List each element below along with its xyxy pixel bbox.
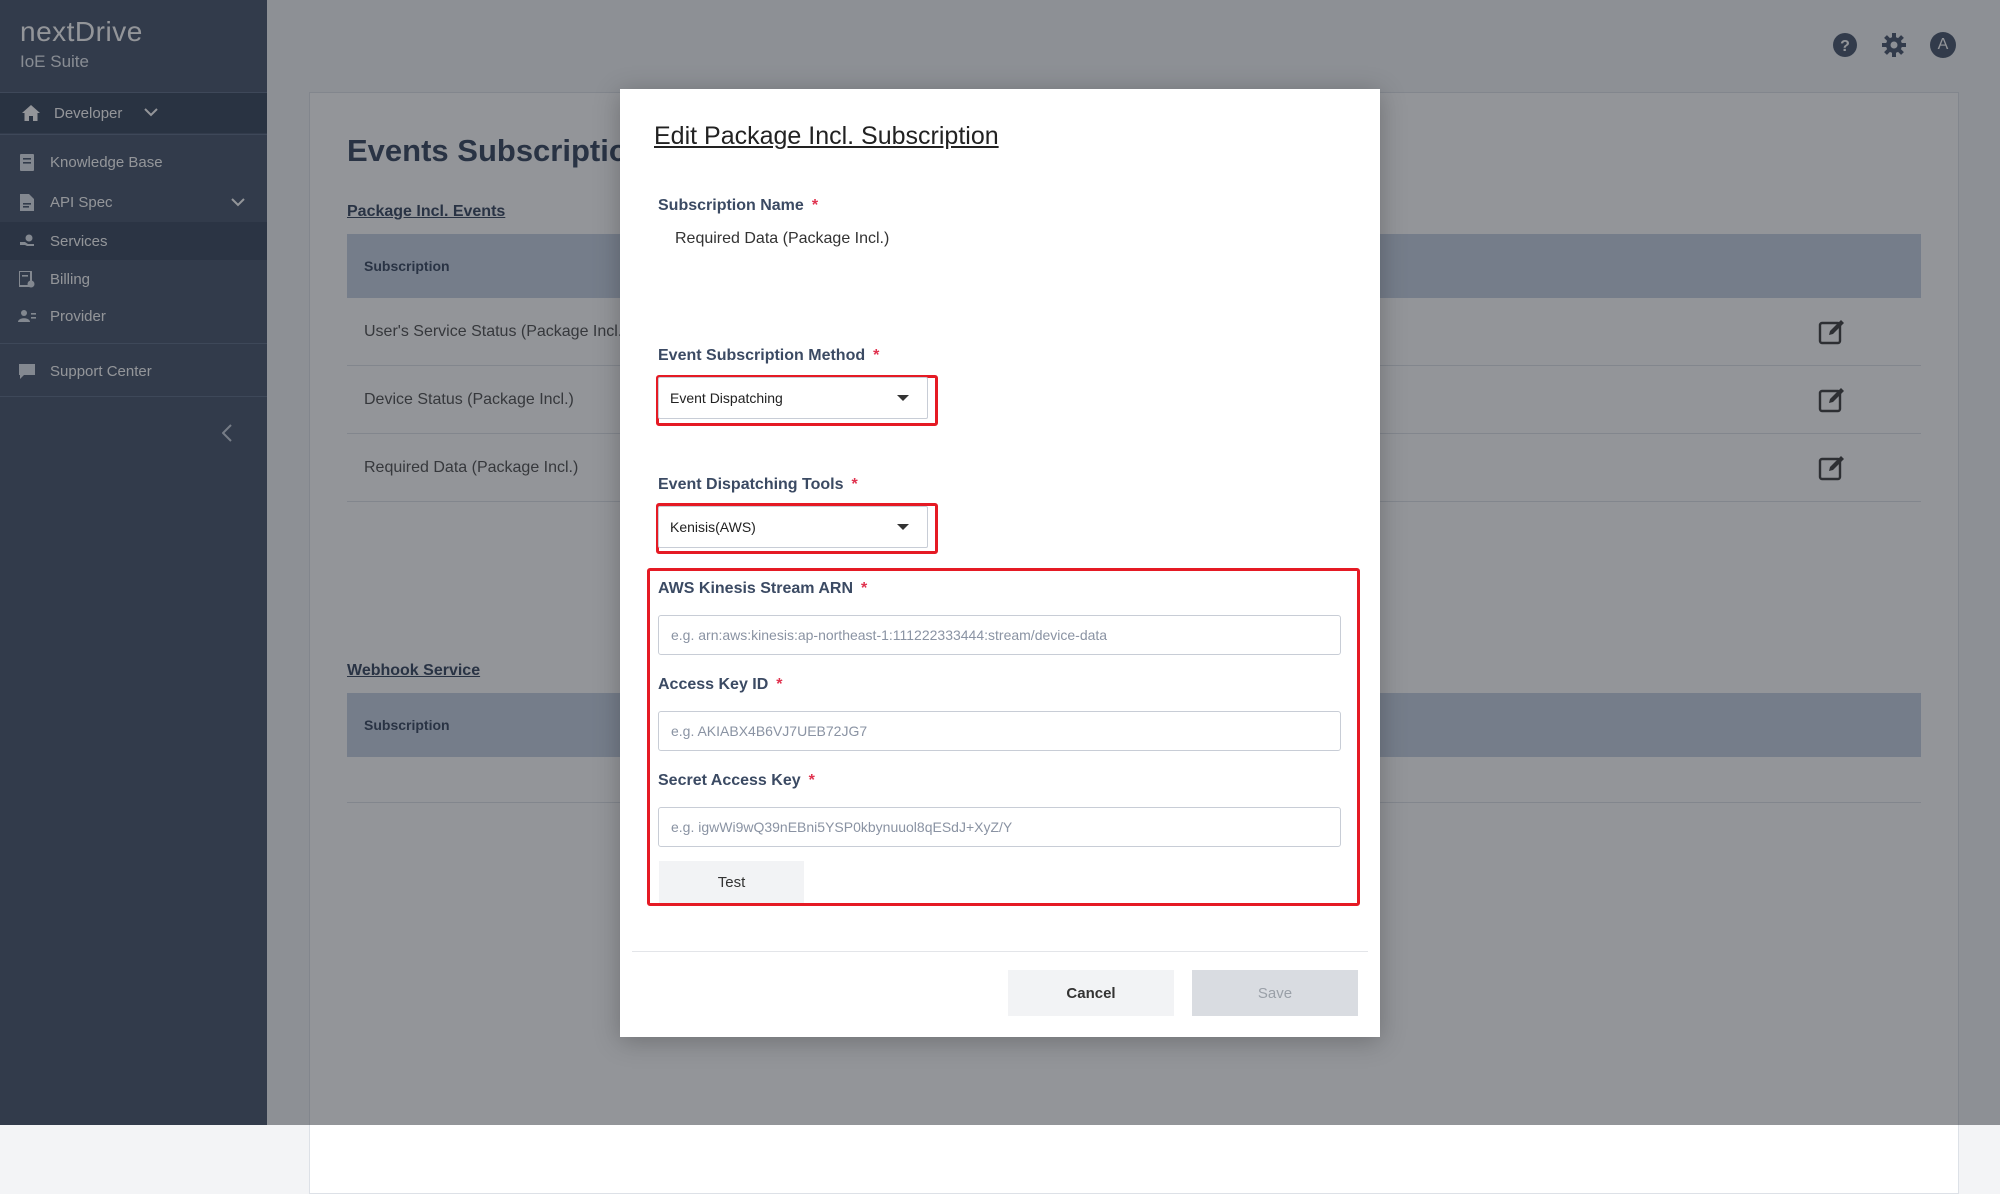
access-key-label: Access Key ID * [658, 676, 783, 694]
required-mark: * [811, 197, 819, 214]
label-text: Event Subscription Method [658, 347, 866, 364]
save-button[interactable]: Save [1192, 970, 1358, 1016]
caret-down-icon [897, 395, 909, 401]
required-mark: * [861, 580, 868, 597]
arn-input[interactable] [658, 615, 1341, 655]
label-text: Access Key ID [658, 676, 769, 693]
required-mark: * [851, 476, 858, 493]
method-label: Event Subscription Method * [658, 347, 879, 365]
cancel-button[interactable]: Cancel [1008, 970, 1174, 1016]
subscription-name-value: Required Data (Package Incl.) [675, 230, 890, 247]
subscription-name-label: Subscription Name * [658, 197, 818, 215]
required-mark: * [808, 772, 815, 789]
method-select[interactable]: Event Dispatching [658, 377, 928, 419]
arn-label: AWS Kinesis Stream ARN * [658, 580, 867, 598]
label-text: AWS Kinesis Stream ARN [658, 580, 854, 597]
method-selected-value: Event Dispatching [670, 390, 783, 406]
dialog-title: Edit Package Incl. Subscription [654, 122, 999, 150]
tools-select[interactable]: Kenisis(AWS) [658, 506, 928, 548]
caret-down-icon [897, 524, 909, 530]
edit-subscription-dialog: Edit Package Incl. Subscription Subscrip… [620, 89, 1380, 1037]
secret-key-input[interactable] [658, 807, 1341, 847]
test-button[interactable]: Test [659, 861, 804, 903]
secret-key-label: Secret Access Key * [658, 772, 815, 790]
tools-label: Event Dispatching Tools * [658, 476, 858, 494]
required-mark: * [873, 347, 880, 364]
dialog-divider [632, 951, 1368, 952]
access-key-input[interactable] [658, 711, 1341, 751]
tools-selected-value: Kenisis(AWS) [670, 519, 756, 535]
required-mark: * [776, 676, 783, 693]
label-text: Event Dispatching Tools [658, 476, 844, 493]
label-text: Secret Access Key [658, 772, 801, 789]
label-text: Subscription Name [658, 197, 804, 214]
